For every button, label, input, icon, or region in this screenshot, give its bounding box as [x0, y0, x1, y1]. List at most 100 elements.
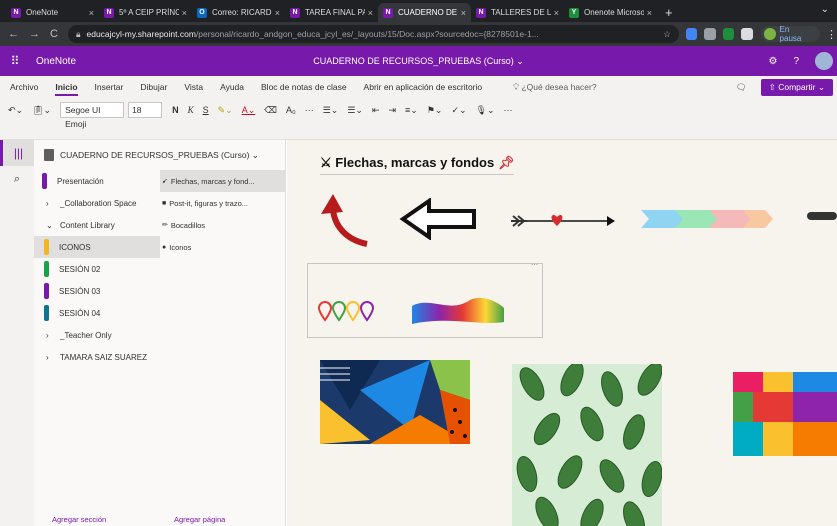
leaves-pattern-image[interactable]: [512, 364, 662, 526]
dictate-icon[interactable]: 🎙︎⌄: [476, 102, 495, 118]
ribbon-tab[interactable]: Ayuda: [220, 76, 244, 98]
section-item[interactable]: SESIÓN 03: [34, 280, 160, 302]
new-tab-button[interactable]: +: [665, 3, 673, 22]
bullet-list-icon[interactable]: ☰⌄: [323, 102, 339, 118]
add-page-button[interactable]: Agregar página: [174, 515, 225, 524]
font-family-select[interactable]: Segoe UI Emoji: [60, 102, 125, 129]
pastel-chevrons-image[interactable]: [641, 206, 781, 232]
document-title[interactable]: CUADERNO DE RECURSOS_PRUEBAS (Curso) ⌄: [0, 56, 837, 67]
outdent-icon[interactable]: ⇤: [372, 102, 380, 118]
share-button[interactable]: ⇧ Compartir ⌄: [760, 78, 833, 96]
bold-button[interactable]: N: [172, 102, 179, 118]
user-avatar[interactable]: [815, 52, 833, 70]
clipboard-icon[interactable]: 📋︎⌄: [32, 102, 51, 118]
tab-search-icon[interactable]: ⌄: [821, 4, 829, 15]
help-icon[interactable]: ?: [793, 56, 799, 67]
section-item[interactable]: SESIÓN 02: [34, 258, 160, 280]
container-handle[interactable]: ⋯: [531, 261, 538, 269]
color-blocks-image[interactable]: [733, 372, 837, 456]
search-icon[interactable]: ⌕: [0, 166, 34, 192]
rainbow-brush-image[interactable]: [410, 294, 506, 328]
browser-tab[interactable]: N 5º A CEIP PRÍNCIPE×: [99, 3, 192, 22]
page-item[interactable]: ✏ Bocadillos: [160, 214, 286, 236]
add-section-button[interactable]: Agregar sección: [52, 515, 106, 524]
close-tab-icon[interactable]: ×: [368, 8, 373, 18]
extension-icon[interactable]: [722, 28, 735, 40]
close-tab-icon[interactable]: ×: [89, 8, 94, 18]
browser-tab[interactable]: N OneNote ×: [6, 3, 99, 22]
align-icon[interactable]: ≡⌄: [405, 102, 418, 118]
dark-bar-image[interactable]: [807, 212, 837, 220]
app-name[interactable]: OneNote: [36, 56, 76, 67]
browser-tab[interactable]: N CUADERNO DE R×: [378, 3, 471, 22]
section-item[interactable]: ICONOS: [34, 236, 160, 258]
tell-me-search[interactable]: 💡︎ ¿Qué desea hacer?: [513, 82, 596, 93]
more-options-icon[interactable]: ···: [504, 102, 513, 118]
outline-arrow-image[interactable]: [399, 198, 479, 240]
browser-tab[interactable]: O Correo: RICARDO ×: [192, 3, 285, 22]
extension-icon[interactable]: [704, 28, 716, 40]
profile-button[interactable]: En pausa: [761, 25, 820, 43]
expand-chevron-icon[interactable]: ›: [46, 199, 60, 208]
ribbon-tab[interactable]: Insertar: [95, 76, 124, 98]
section-group[interactable]: › _Collaboration Space: [34, 192, 160, 214]
curved-arrow-image[interactable]: [317, 192, 375, 252]
app-launcher-icon[interactable]: ⠿: [0, 54, 30, 68]
more-icon[interactable]: ···: [305, 102, 314, 118]
undo-icon[interactable]: ↶⌄: [8, 102, 23, 118]
section-group[interactable]: ⌄ Content Library: [34, 214, 160, 236]
heart-arrow-image[interactable]: [509, 212, 617, 230]
font-size-select[interactable]: 18: [128, 102, 163, 118]
clear-format-icon[interactable]: ⌫: [264, 102, 277, 118]
numbered-list-icon[interactable]: ☰⌄: [347, 102, 363, 118]
page-item[interactable]: ➹ Flechas, marcas y fond...: [160, 170, 286, 192]
expand-chevron-icon[interactable]: ›: [46, 331, 60, 340]
geometric-pattern-image[interactable]: [320, 360, 470, 444]
indent-icon[interactable]: ⇥: [388, 102, 396, 118]
extensions-puzzle-icon[interactable]: [741, 28, 754, 40]
back-icon[interactable]: ←: [8, 28, 19, 40]
ribbon-tab[interactable]: Abrir en aplicación de escritorio: [364, 76, 483, 98]
ribbon-tab[interactable]: Vista: [184, 76, 203, 98]
page-title[interactable]: ⚔ Flechas, marcas y fondos 📌︎: [320, 155, 515, 175]
close-tab-icon[interactable]: ×: [554, 8, 559, 18]
styles-icon[interactable]: A₀: [286, 102, 296, 118]
page-item[interactable]: ● Iconos: [160, 236, 286, 258]
notebook-selector[interactable]: CUADERNO DE RECURSOS_PRUEBAS (Curso) ⌄: [34, 140, 285, 170]
spelling-icon[interactable]: ✓⌄: [451, 102, 466, 118]
section-group[interactable]: › _Teacher Only: [34, 324, 160, 346]
ribbon-tab[interactable]: Inicio: [55, 76, 78, 98]
font-color-icon[interactable]: A⌄: [242, 102, 256, 118]
page-item[interactable]: ■ Post-it, figuras y trazo...: [160, 192, 286, 214]
section-item[interactable]: SESIÓN 04: [34, 302, 160, 324]
url-input[interactable]: 🔒︎ educajcyl-my.sharepoint.com /personal…: [67, 25, 679, 43]
section-group[interactable]: › TAMARA SAIZ SUAREZ: [34, 346, 160, 368]
page-canvas[interactable]: ⚔ Flechas, marcas y fondos 📌︎ ⋯: [287, 140, 837, 526]
settings-gear-icon[interactable]: ⚙: [768, 56, 777, 67]
underline-button[interactable]: S: [203, 102, 209, 118]
section-item[interactable]: Presentación: [34, 170, 160, 192]
close-tab-icon[interactable]: ×: [182, 8, 187, 18]
extension-icon[interactable]: [685, 28, 698, 40]
ribbon-tab[interactable]: Dibujar: [140, 76, 167, 98]
tag-icon[interactable]: ⚑⌄: [427, 102, 443, 118]
expand-chevron-icon[interactable]: ›: [46, 353, 60, 362]
ribbon-tab[interactable]: Archivo: [10, 76, 38, 98]
browser-tab[interactable]: N TAREA FINAL PAR×: [285, 3, 378, 22]
browser-tab[interactable]: N TALLERES DE LE ×: [471, 3, 564, 22]
ribbon-tab[interactable]: Bloc de notas de clase: [261, 76, 347, 98]
close-tab-icon[interactable]: ×: [461, 8, 466, 18]
bookmark-star-icon[interactable]: ☆: [657, 29, 671, 40]
location-pins-image[interactable]: [318, 300, 378, 324]
note-container[interactable]: ⋯: [307, 261, 543, 338]
browser-menu-icon[interactable]: ⋮: [826, 28, 837, 41]
close-tab-icon[interactable]: ×: [275, 8, 280, 18]
notebooks-icon[interactable]: |||: [0, 140, 34, 166]
highlight-icon[interactable]: ✎⌄: [218, 102, 233, 118]
browser-tab[interactable]: Y Onenote Microso ×: [564, 3, 657, 22]
close-tab-icon[interactable]: ×: [647, 8, 652, 18]
expand-chevron-icon[interactable]: ⌄: [46, 221, 60, 230]
italic-button[interactable]: K: [188, 102, 194, 118]
forward-icon[interactable]: →: [29, 28, 40, 40]
reload-icon[interactable]: C: [50, 28, 58, 40]
